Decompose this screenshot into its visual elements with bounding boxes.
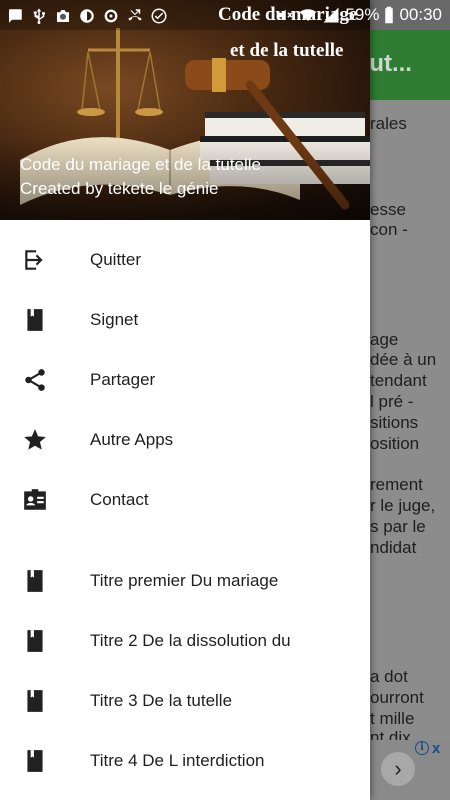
drawer-title: Code du mariage et de la tutelle: [20, 155, 261, 174]
content-line: dée à un: [370, 350, 437, 369]
ad-close-icon[interactable]: x: [432, 740, 440, 757]
chapter-item-titre-2[interactable]: Titre 2 De la dissolution du: [0, 611, 370, 671]
content-line: ndidat: [370, 538, 417, 557]
bookmark-book-icon: [22, 307, 48, 333]
app-content: rales esse con - age dée à un tendant l …: [370, 100, 450, 747]
clock: 00:30: [399, 5, 442, 24]
book-icon: [22, 568, 48, 594]
settings-brightness-icon: [78, 7, 96, 25]
share-icon: [22, 367, 48, 393]
book-icon: [22, 628, 48, 654]
drawer-menu: Quitter Signet Partager Autre Apps Conta…: [0, 230, 370, 791]
navigation-drawer: et de la tutelle Code du mariage et de l…: [0, 0, 370, 800]
chapter-item-label: Titre 3 De la tutelle: [90, 691, 233, 710]
content-line: con -: [370, 220, 408, 239]
chapter-item-titre-4[interactable]: Titre 4 De L interdiction: [0, 731, 370, 791]
menu-item-label: Quitter: [90, 250, 142, 269]
content-line: rales: [370, 114, 407, 133]
drawer-header: et de la tutelle Code du mariage et de l…: [0, 0, 370, 220]
menu-item-quitter[interactable]: Quitter: [0, 230, 370, 290]
book-icon: [22, 688, 48, 714]
ad-info-icon[interactable]: i: [415, 741, 429, 755]
content-line: t mille: [370, 709, 415, 728]
content-line: sitions: [370, 413, 419, 432]
chapter-item-titre-1[interactable]: Titre premier Du mariage: [0, 551, 370, 611]
header-art-text: et de la tutelle: [230, 40, 344, 61]
content-line: rement: [370, 475, 423, 494]
menu-item-label: Autre Apps: [90, 430, 174, 449]
menu-item-label: Contact: [90, 490, 149, 509]
content-line: ourront: [370, 688, 424, 707]
chapter-item-titre-3[interactable]: Titre 3 De la tutelle: [0, 671, 370, 731]
content-line: l pré -: [370, 392, 414, 411]
missed-call-icon: [126, 7, 144, 25]
star-icon: [22, 427, 48, 453]
menu-item-label: Signet: [90, 310, 139, 329]
settings-icon: [102, 7, 120, 25]
content-line: age: [370, 330, 399, 349]
menu-item-partager[interactable]: Partager: [0, 350, 370, 410]
menu-item-autre-apps[interactable]: Autre Apps: [0, 410, 370, 470]
ad-arrow-icon[interactable]: ›: [381, 752, 415, 786]
content-line: tendant: [370, 371, 427, 390]
exit-icon: [22, 247, 48, 273]
chapter-item-label: Titre premier Du mariage: [90, 571, 279, 590]
chapter-item-label: Titre 2 De la dissolution du: [90, 631, 291, 650]
chat-icon: [6, 7, 24, 25]
menu-item-signet[interactable]: Signet: [0, 290, 370, 350]
contact-card-icon: [22, 487, 48, 513]
battery-icon: [384, 6, 394, 24]
check-circle-icon: [150, 7, 168, 25]
content-line: esse: [370, 200, 406, 219]
menu-item-label: Partager: [90, 370, 156, 389]
content-line: osition: [370, 434, 420, 453]
content-line: r le juge,: [370, 496, 436, 515]
menu-divider-gap: [0, 530, 370, 551]
notification-ticker-title: Code du mariage: [218, 4, 358, 25]
book-icon: [22, 748, 48, 774]
content-line: a dot: [370, 667, 408, 686]
menu-item-contact[interactable]: Contact: [0, 470, 370, 530]
content-line: s par le: [370, 517, 426, 536]
camera-icon: [54, 7, 72, 25]
chapter-item-label: Titre 4 De L interdiction: [90, 751, 265, 770]
drawer-subtitle: Created by tekete le génie: [20, 179, 219, 198]
usb-icon: [30, 7, 48, 25]
